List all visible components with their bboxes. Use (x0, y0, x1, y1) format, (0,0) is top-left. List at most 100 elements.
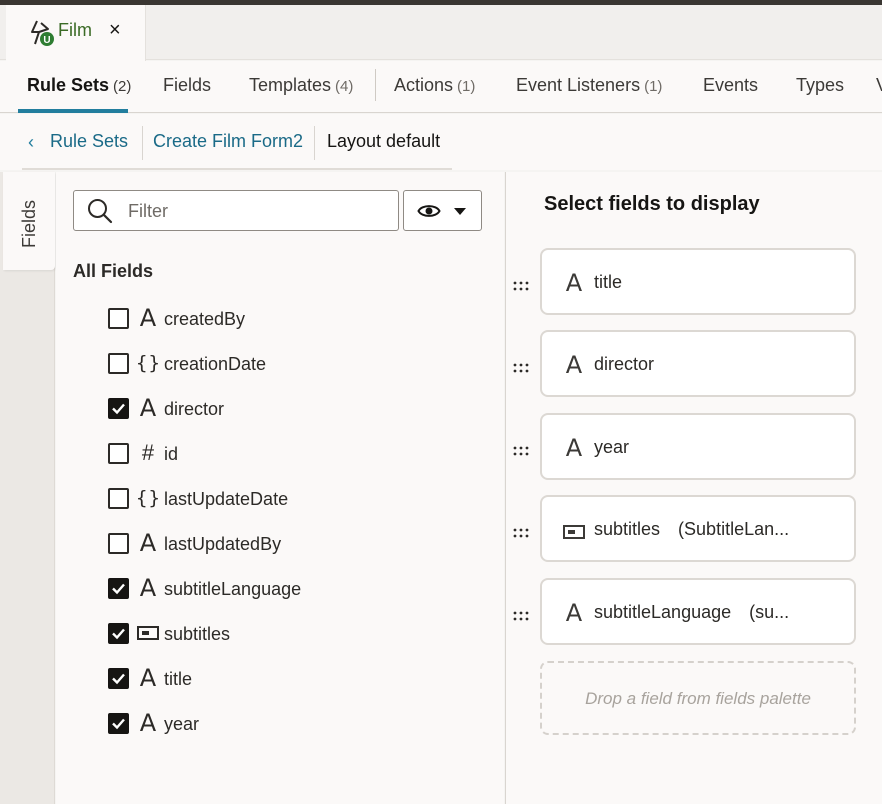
tab-count: (4) (335, 78, 354, 95)
search-icon (87, 198, 113, 224)
checkbox-unchecked[interactable] (108, 353, 129, 374)
slot-field-name: subtitleLanguage (594, 602, 732, 622)
checkbox-unchecked[interactable] (108, 488, 129, 509)
slot-label: subtitleLanguage (su... (594, 602, 789, 623)
breadcrumb-separator (142, 126, 143, 160)
breadcrumb-separator (314, 126, 315, 160)
layout-slot-title[interactable]: A title (540, 248, 856, 315)
layout-slot-year[interactable]: A year (540, 413, 856, 480)
text-type-icon: A (565, 269, 583, 297)
layout-panel-title: Select fields to display (544, 193, 760, 215)
checkbox-checked[interactable] (108, 623, 129, 644)
slot-field-name: director (594, 354, 655, 374)
chevron-left-icon[interactable]: ‹ (28, 132, 34, 153)
text-type-icon: A (139, 304, 157, 332)
breadcrumb-rule-sets[interactable]: Rule Sets (50, 131, 128, 152)
object-type-icon: {} (136, 487, 161, 509)
drag-handle-icon[interactable] (513, 443, 529, 456)
reference-type-icon (562, 517, 586, 543)
tab-label: Fields (163, 75, 212, 95)
side-tab-rail: Fields (0, 172, 55, 804)
field-label: subtitleLanguage (164, 579, 302, 599)
breadcrumb-underline (22, 168, 452, 170)
field-label: title (164, 669, 193, 689)
slot-label: title (594, 272, 622, 293)
checkbox-checked[interactable] (108, 668, 129, 689)
layout-slot-subtitles[interactable]: subtitles (SubtitleLan... (540, 495, 856, 562)
tab-rule-sets[interactable]: Rule Sets (2) (27, 75, 131, 96)
drag-handle-icon[interactable] (513, 360, 529, 373)
checkbox-checked[interactable] (108, 713, 129, 734)
drag-handle-icon[interactable] (513, 525, 529, 538)
active-tab-indicator (18, 109, 128, 113)
slot-label: subtitles (SubtitleLan... (594, 519, 789, 540)
tab-label: Types (796, 75, 845, 95)
drop-zone-hint: Drop a field from fields palette (585, 689, 811, 708)
field-label: lastUpdatedBy (164, 534, 282, 554)
tab-label: Actions (394, 75, 454, 95)
number-type-icon: # (141, 440, 155, 465)
text-type-icon: A (139, 709, 157, 737)
all-fields-heading: All Fields (73, 261, 154, 281)
breadcrumb-create-film-form2[interactable]: Create Film Form2 (153, 131, 303, 152)
filter-input[interactable] (128, 197, 388, 225)
field-label: createdBy (164, 309, 246, 329)
drag-handle-icon[interactable] (513, 608, 529, 621)
text-type-icon: A (139, 574, 157, 602)
tab-events[interactable]: Events (703, 75, 758, 96)
field-label: director (164, 399, 225, 419)
checkbox-checked[interactable] (108, 578, 129, 599)
text-type-icon: A (139, 664, 157, 692)
slot-label: year (594, 437, 629, 458)
field-label: creationDate (164, 354, 267, 374)
tab-label: Events (703, 75, 759, 95)
filter-field[interactable] (73, 190, 399, 231)
text-type-icon: A (565, 351, 583, 379)
checkbox-checked[interactable] (108, 398, 129, 419)
event-rule-icon: U (28, 18, 62, 48)
drag-handle-icon[interactable] (513, 278, 529, 291)
document-tab-film[interactable]: U Film × (6, 5, 146, 61)
checkbox-unchecked[interactable] (108, 533, 129, 554)
reference-type-icon (136, 620, 160, 646)
field-label: subtitles (164, 624, 231, 644)
tab-actions[interactable]: Actions (1) (394, 75, 475, 96)
tab-label: Event Listeners (516, 75, 641, 95)
tab-overflow-clipped[interactable]: V (876, 75, 882, 96)
slot-field-type: (SubtitleLan... (678, 519, 790, 539)
rule-navigation-tabs: Rule Sets (2) Fields Templates (4) Actions… (0, 61, 882, 113)
tab-divider (375, 69, 376, 101)
text-type-icon: A (139, 394, 157, 422)
close-tab-icon[interactable]: × (109, 19, 121, 42)
field-label: year (164, 714, 200, 734)
tab-types[interactable]: Types (796, 75, 844, 96)
text-type-icon: A (565, 599, 583, 627)
tab-fields[interactable]: Fields (163, 75, 211, 96)
eye-icon (417, 201, 441, 221)
breadcrumb: ‹ Rule Sets Create Film Form2 Layout def… (0, 114, 882, 170)
tab-templates[interactable]: Templates (4) (249, 75, 353, 96)
slot-field-type: (su... (749, 602, 790, 622)
side-tab-fields[interactable]: Fields (3, 172, 55, 270)
object-type-icon: {} (136, 352, 161, 374)
slot-field-name: year (594, 437, 630, 457)
field-label: lastUpdateDate (164, 489, 289, 509)
tab-label: Rule Sets (27, 75, 110, 95)
layout-slot-subtitleLanguage[interactable]: A subtitleLanguage (su... (540, 578, 856, 645)
checkbox-unchecked[interactable] (108, 443, 129, 464)
slot-field-name: title (594, 272, 623, 292)
layout-fields-panel: Select fields to display A title A direc… (505, 172, 882, 804)
slot-field-name: subtitles (594, 519, 661, 539)
drop-zone[interactable]: Drop a field from fields palette (540, 661, 856, 735)
layout-slot-director[interactable]: A director (540, 330, 856, 397)
tab-label: Templates (249, 75, 332, 95)
svg-text:U: U (43, 35, 50, 46)
tab-event-listeners[interactable]: Event Listeners (1) (516, 75, 662, 96)
tab-count: (1) (644, 78, 663, 95)
breadcrumb-current-layout: Layout default (327, 131, 441, 151)
view-options-button[interactable] (403, 190, 482, 231)
text-type-icon: A (139, 529, 157, 557)
document-tab-strip: U Film × (0, 5, 882, 61)
document-tab-title: Film (58, 20, 92, 40)
checkbox-unchecked[interactable] (108, 308, 129, 329)
